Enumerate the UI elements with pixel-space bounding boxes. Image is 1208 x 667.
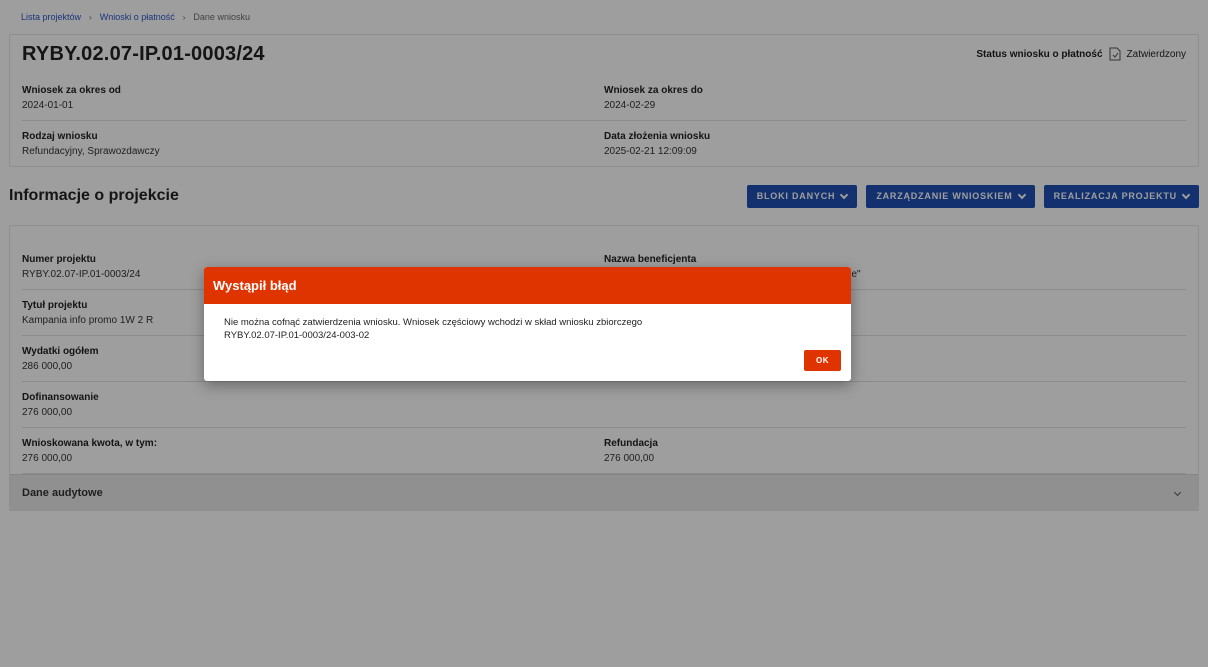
error-message-line1: Nie można cofnąć zatwierdzenia wniosku. … [224,317,643,328]
ok-button[interactable]: OK [804,350,841,371]
error-dialog: Wystąpił błąd Nie można cofnąć zatwierdz… [204,267,851,381]
error-message-line2: RYBY.02.07-IP.01-0003/24-003-02 [224,330,370,341]
error-dialog-message: Nie można cofnąć zatwierdzenia wniosku. … [204,304,851,342]
error-dialog-title: Wystąpił błąd [204,267,851,304]
